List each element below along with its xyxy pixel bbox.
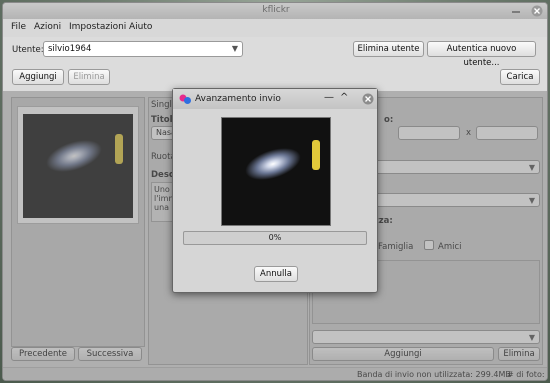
upload-progress-dialog: Avanzamento invio — ^ 0% Annulla: [172, 88, 378, 293]
authenticate-user-button[interactable]: Autentica nuovo utente...: [427, 41, 536, 68]
menubar: File Azioni Impostazioni Aiuto: [3, 19, 547, 37]
chevron-down-icon: ▼: [231, 44, 238, 53]
window-title: kflickr: [262, 5, 290, 15]
window-titlebar[interactable]: kflickr: [3, 3, 547, 19]
remove-button[interactable]: Elimina: [68, 69, 110, 85]
minimize-icon[interactable]: [511, 6, 521, 16]
menu-azioni[interactable]: Azioni: [34, 22, 61, 32]
dialog-titlebar[interactable]: Avanzamento invio — ^: [173, 89, 377, 109]
app-icon: [179, 93, 191, 105]
menu-impostazioni[interactable]: Impostazioni: [69, 22, 126, 32]
close-icon[interactable]: [362, 93, 374, 105]
dialog-title: Avanzamento invio: [195, 94, 281, 104]
progress-text: 0%: [268, 233, 282, 242]
menu-file[interactable]: File: [11, 22, 26, 32]
upload-button[interactable]: Carica: [500, 69, 540, 85]
add-button[interactable]: Aggiungi: [12, 69, 64, 85]
close-icon[interactable]: [531, 5, 543, 17]
cancel-button[interactable]: Annulla: [254, 266, 298, 282]
minimize-icon[interactable]: —: [324, 92, 334, 103]
upload-preview-image: [221, 117, 331, 226]
upload-progress-bar: 0%: [183, 231, 367, 245]
user-select-value: silvio1964: [48, 44, 92, 54]
maximize-icon[interactable]: ^: [340, 92, 348, 103]
menu-aiuto[interactable]: Aiuto: [129, 22, 152, 32]
user-select[interactable]: silvio1964 ▼: [43, 41, 243, 57]
remove-user-button[interactable]: Elimina utente: [353, 41, 424, 57]
user-label: Utente:: [12, 45, 44, 55]
